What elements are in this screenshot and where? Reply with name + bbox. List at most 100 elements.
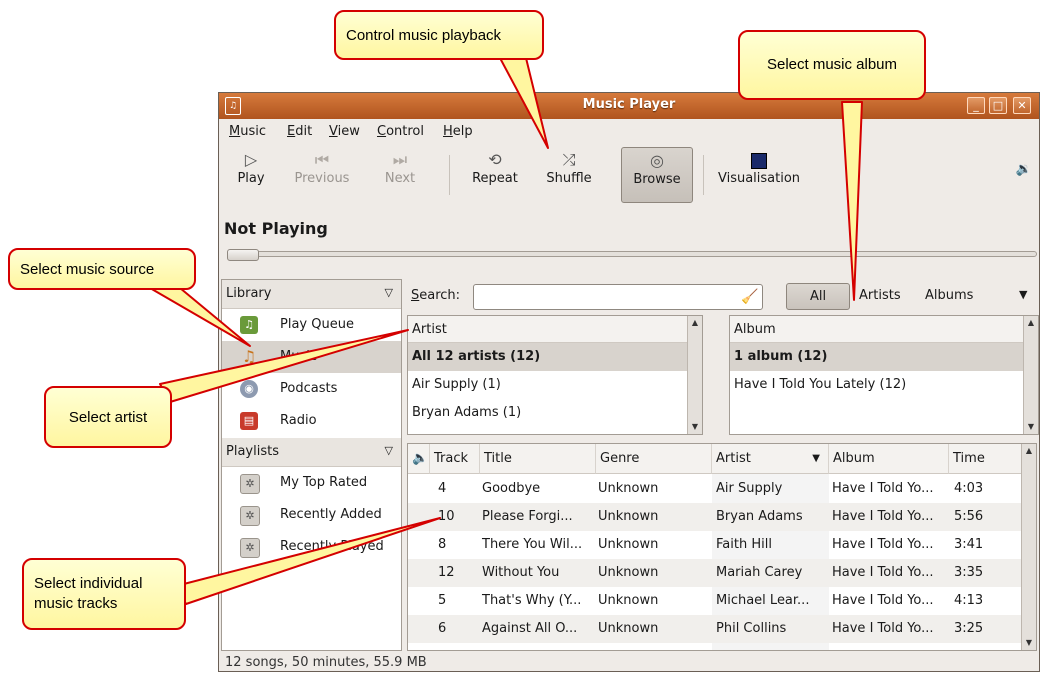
playlists-header[interactable]: Playlists ▽ (222, 438, 401, 467)
table-row[interactable]: 8 There You Wil... Unknown Faith Hill Have I… (408, 531, 1022, 559)
album-column-header[interactable]: Album (730, 316, 1038, 343)
cell-track: 10 (438, 509, 455, 524)
artist-browser: Artist All 12 artists (12) Air Supply (1… (407, 315, 703, 435)
list-item[interactable]: 1 album (12) (730, 343, 1038, 371)
sidebar-item-recently-added[interactable]: ✲ Recently Added (222, 499, 401, 531)
album-scrollbar[interactable]: ▲ ▼ (1023, 316, 1038, 434)
column-header-artist[interactable]: Artist ▼ (712, 444, 829, 474)
cell-artist: Mariah Carey (716, 565, 803, 580)
close-button[interactable]: ✕ (1013, 97, 1031, 114)
column-header-title[interactable]: Title (480, 444, 596, 474)
list-item[interactable]: Bryan Adams (1) (408, 399, 702, 427)
minimize-button[interactable]: _ (967, 97, 985, 114)
toolbar: ▷ Play ⏮ Previous ⏭ Next ⟲ Repeat ⤮ Shuf… (219, 145, 1039, 213)
sidebar-item-recently-played[interactable]: ✲ Recently Played (222, 531, 401, 563)
scroll-down-icon[interactable]: ▼ (688, 420, 702, 434)
menu-edit[interactable]: Edit (287, 124, 312, 139)
sidebar-item-podcasts[interactable]: ◉ Podcasts (222, 373, 401, 405)
callout-control-playback: Control music playback (334, 10, 544, 60)
menu-view[interactable]: View (329, 124, 360, 139)
library-header[interactable]: Library ▽ (222, 280, 401, 309)
volume-button[interactable]: 🔉 (1015, 159, 1033, 211)
scroll-down-icon[interactable]: ▼ (1024, 420, 1038, 434)
artist-column-header[interactable]: Artist (408, 316, 702, 343)
sidebar-item-music[interactable]: ♫ Music (222, 341, 401, 373)
filter-albums-button[interactable]: Albums (925, 288, 973, 303)
gear-icon: ✲ (240, 474, 260, 494)
cell-track: 5 (438, 593, 447, 608)
sidebar-item-radio[interactable]: ▤ Radio (222, 405, 401, 437)
seek-handle[interactable] (227, 249, 259, 261)
visualisation-button[interactable]: Visualisation (713, 149, 805, 201)
sidebar-item-my-top-rated[interactable]: ✲ My Top Rated (222, 467, 401, 499)
next-button[interactable]: ⏭ Next (377, 149, 423, 201)
menu-bar: Music Edit View Control Help (219, 119, 1039, 143)
scroll-up-icon[interactable]: ▲ (688, 316, 702, 330)
scroll-down-icon[interactable]: ▼ (1022, 636, 1036, 650)
menu-music[interactable]: Music (229, 124, 266, 139)
list-item[interactable]: Air Supply (1) (408, 371, 702, 399)
cell-track: 4 (438, 481, 447, 496)
filter-artists-button[interactable]: Artists (859, 288, 901, 303)
list-item[interactable]: Have I Told You Lately (12) (730, 371, 1038, 399)
scroll-up-icon[interactable]: ▲ (1022, 444, 1036, 458)
toolbar-separator (703, 155, 704, 195)
table-row[interactable]: 10 Please Forgi... Unknown Bryan Adams Have … (408, 503, 1022, 531)
shuffle-button[interactable]: ⤮ Shuffle (541, 149, 597, 201)
cell-time: 3:41 (954, 537, 984, 552)
cell-album: Have I Told Yo... (832, 509, 934, 524)
chevron-down-icon[interactable]: ▼ (1019, 288, 1027, 301)
source-sidebar: Library ▽ ♫ Play Queue ♫ Music ◉ Podcast… (221, 279, 402, 651)
cell-time: 4:13 (954, 593, 984, 608)
column-header-time[interactable]: Time (949, 444, 1022, 474)
scroll-up-icon[interactable]: ▲ (1024, 316, 1038, 330)
cell-album: Have I Told Yo... (832, 621, 934, 636)
chevron-down-icon: ▽ (384, 444, 393, 457)
callout-select-source: Select music source (8, 248, 196, 290)
cell-genre: Unknown (598, 509, 659, 524)
artist-scrollbar[interactable]: ▲ ▼ (687, 316, 702, 434)
sort-descending-icon: ▼ (812, 453, 820, 464)
previous-button[interactable]: ⏮ Previous (287, 149, 357, 201)
track-list: 🔈 Track Title Genre Artist ▼ Album Time 4… (407, 443, 1037, 651)
clear-search-icon[interactable]: 🧹 (741, 289, 758, 305)
column-header-album[interactable]: Album (829, 444, 949, 474)
table-row[interactable]: 5 That's Why (Y... Unknown Michael Lear... H… (408, 587, 1022, 615)
podcast-icon: ◉ (240, 380, 258, 398)
table-row[interactable]: 6 Against All O... Unknown Phil Collins Have… (408, 615, 1022, 643)
table-row[interactable]: 12 Without You Unknown Mariah Carey Have I T… (408, 559, 1022, 587)
play-button[interactable]: ▷ Play (233, 149, 269, 201)
search-input[interactable] (473, 284, 763, 310)
cell-album: Have I Told Yo... (832, 565, 934, 580)
filter-all-button[interactable]: All (786, 283, 850, 310)
cell-artist: Faith Hill (716, 537, 772, 552)
gear-icon: ✲ (240, 506, 260, 526)
browse-button[interactable]: ◎ Browse (621, 147, 693, 203)
column-header-track[interactable]: Track (430, 444, 480, 474)
chevron-down-icon: ▽ (384, 286, 393, 299)
column-header-genre[interactable]: Genre (596, 444, 712, 474)
play-icon: ▷ (244, 150, 258, 169)
seek-slider[interactable] (227, 251, 1037, 257)
repeat-button[interactable]: ⟲ Repeat (467, 149, 523, 201)
volume-icon: 🔉 (1015, 162, 1033, 177)
list-item[interactable]: All 12 artists (12) (408, 343, 702, 371)
cell-artist: Bryan Adams (716, 509, 803, 524)
cell-track: 12 (438, 565, 455, 580)
cell-title: That's Why (Y... (482, 593, 582, 608)
cell-genre: Unknown (598, 621, 659, 636)
cell-genre: Unknown (598, 537, 659, 552)
cell-artist: Phil Collins (716, 621, 787, 636)
cell-title: Goodbye (482, 481, 541, 496)
tracks-scrollbar[interactable]: ▲ ▼ (1021, 444, 1036, 650)
music-icon: ♫ (241, 347, 257, 366)
cell-track: 6 (438, 621, 447, 636)
menu-control[interactable]: Control (377, 124, 424, 139)
cell-artist: Air Supply (716, 481, 783, 496)
cell-title: Please Forgi... (482, 509, 573, 524)
sidebar-item-play-queue[interactable]: ♫ Play Queue (222, 309, 401, 341)
maximize-button[interactable]: □ (989, 97, 1007, 114)
menu-help[interactable]: Help (443, 124, 473, 139)
table-row[interactable]: 4 Goodbye Unknown Air Supply Have I Told Yo.… (408, 475, 1022, 503)
radio-icon: ▤ (240, 412, 258, 430)
